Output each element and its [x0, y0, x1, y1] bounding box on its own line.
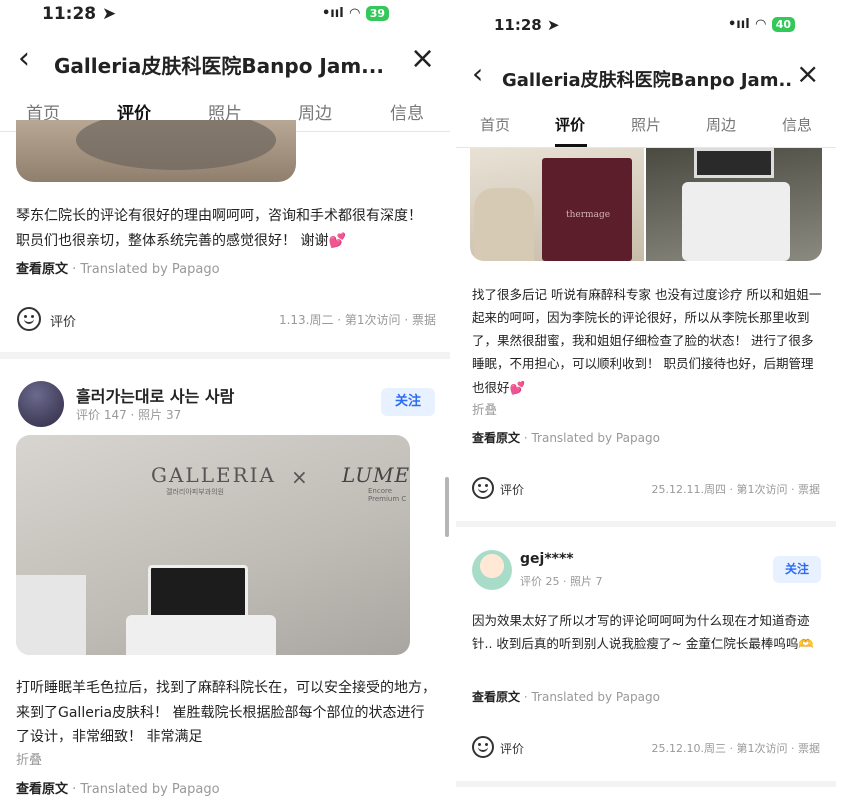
smile-icon[interactable]: [17, 307, 41, 331]
review-photo[interactable]: [16, 120, 296, 182]
eval-button[interactable]: 评价: [50, 311, 76, 330]
follow-button[interactable]: 关注: [773, 556, 821, 583]
tab-home[interactable]: 首页: [480, 114, 510, 135]
tab-bar: 首页 评价 照片 周边 信息: [456, 104, 836, 148]
wifi-icon: ◠: [349, 6, 360, 21]
view-original-link[interactable]: 查看原文: [16, 782, 68, 797]
photo-thermage-book: thermage: [542, 158, 632, 261]
battery-icon: 40: [771, 17, 795, 32]
translated-by: · Translated by Papago: [523, 690, 660, 704]
translated-by: · Translated by Papago: [523, 431, 660, 445]
avatar[interactable]: [18, 381, 64, 427]
page-title: Galleria皮肤科医院Banpo Jam...: [54, 54, 384, 78]
follow-button[interactable]: 关注: [381, 388, 435, 416]
visit-date: 25.12.10.周三 · 第1次访问 · 票据: [651, 742, 820, 755]
photo-device-body: [126, 615, 276, 655]
signal-icon: •ııl: [322, 6, 344, 21]
title-bar: ‹ Galleria皮肤科医院Banpo Jam... ×: [456, 58, 836, 98]
reviewer-name[interactable]: 흘러가는대로 사는 사람: [76, 383, 234, 407]
title-bar: ‹ Galleria皮肤科医院Banpo Jam... ×: [0, 40, 450, 84]
photo-brand-lumen: LUMEN: [342, 463, 410, 487]
view-original-link[interactable]: 查看原文: [472, 690, 520, 704]
reviewer-name[interactable]: gej****: [520, 551, 574, 567]
photo-thermage-label: thermage: [566, 210, 611, 220]
fold-link[interactable]: 折叠: [472, 399, 497, 418]
photo-x: ×: [291, 465, 308, 489]
status-time: 11:28 ➤: [42, 4, 117, 24]
back-arrow-icon[interactable]: ‹: [472, 60, 483, 88]
view-original-link[interactable]: 查看原文: [16, 262, 68, 277]
scrollbar-thumb[interactable]: [445, 477, 449, 537]
photo-brand-galleria: GALLERIA: [151, 463, 276, 487]
section-divider: [0, 352, 450, 359]
section-divider: [456, 521, 836, 527]
translation-info: 查看原文 · Translated by Papago: [472, 688, 660, 705]
translated-by: · Translated by Papago: [72, 262, 220, 277]
review-photo-large[interactable]: GALLERIA 갤러리아피부과의원 × LUMEN Encore Premiu…: [16, 435, 410, 655]
tab-nearby[interactable]: 周边: [298, 99, 332, 124]
photo-device-left: [16, 575, 86, 655]
battery-icon: 39: [365, 6, 389, 21]
reviewer-stats: 评价 147 · 照片 37: [76, 408, 182, 422]
avatar[interactable]: [472, 550, 512, 590]
review-text: 打听睡眠羊毛色拉后，找到了麻醉科院长在，可以安全接受的地方，来到了Galleri…: [16, 680, 436, 745]
status-bar: 11:28 ➤ •ııl ◠ 40: [456, 0, 836, 40]
photo-brand-galleria-sub: 갤러리아피부과의원: [166, 488, 224, 496]
reviewer-stats: 评价 25 · 照片 7: [520, 575, 603, 588]
review-text: 找了很多后记 听说有麻醉科专家 也没有过度诊疗 所以和姐姐一起来的呵呵，因为李院…: [472, 287, 822, 395]
photo-device-screen: [694, 148, 774, 178]
tab-active-indicator: [555, 144, 587, 147]
status-time-text: 11:28: [42, 4, 97, 24]
status-bar: 11:28 ➤ •ııl ◠ 39: [0, 0, 450, 30]
fold-link[interactable]: 折叠: [16, 749, 42, 768]
close-icon[interactable]: ×: [410, 44, 435, 74]
right-screen: 11:28 ➤ •ııl ◠ 40 ‹ Galleria皮肤科医院Banpo J…: [456, 0, 836, 801]
smile-icon[interactable]: [472, 736, 494, 758]
page-title: Galleria皮肤科医院Banpo Jam...: [502, 70, 792, 91]
review-text: 因为效果太好了所以才写的评论呵呵呵为什么现在才知道奇迹针.. 收到后真的听到别人…: [472, 613, 814, 652]
translated-by: · Translated by Papago: [72, 782, 220, 797]
eval-button[interactable]: 评价: [500, 740, 524, 757]
translation-info: 查看原文 · Translated by Papago: [16, 778, 220, 797]
status-time-text: 11:28: [494, 16, 542, 34]
translation-info: 查看原文 · Translated by Papago: [472, 429, 660, 446]
status-time: 11:28 ➤: [494, 16, 560, 34]
close-icon[interactable]: ×: [796, 60, 819, 88]
review-photo[interactable]: [646, 148, 822, 261]
tab-info[interactable]: 信息: [390, 99, 424, 124]
photo-rug-shape: [76, 120, 276, 170]
wifi-icon: ◠: [755, 17, 766, 32]
section-divider: [456, 781, 836, 787]
tab-nearby[interactable]: 周边: [706, 114, 736, 135]
visit-date: 1.13.周二 · 第1次访问 · 票据: [278, 313, 436, 327]
eval-button[interactable]: 评价: [500, 481, 524, 498]
review-photo[interactable]: thermage: [470, 148, 644, 261]
tab-photos[interactable]: 照片: [631, 114, 661, 135]
left-screen: 11:28 ➤ •ııl ◠ 39 ‹ Galleria皮肤科医院Banpo J…: [0, 0, 450, 801]
status-icons: •ııl ◠ 39: [322, 6, 389, 21]
photo-device-screen: [148, 565, 248, 619]
visit-date: 25.12.11.周四 · 第1次访问 · 票据: [651, 483, 820, 496]
tab-info[interactable]: 信息: [782, 114, 812, 135]
photo-chair: [474, 188, 534, 261]
tab-reviews[interactable]: 评价: [555, 114, 585, 135]
smile-icon[interactable]: [472, 477, 494, 499]
translation-info: 查看原文 · Translated by Papago: [16, 258, 220, 277]
photo-brand-lumen-sub: Encore Premium C: [368, 487, 407, 503]
review-text: 琴东仁院长的评论有很好的理由啊呵呵，咨询和手术都很有深度！ 职员们也很亲切，整体…: [16, 208, 422, 249]
photo-device-body: [682, 182, 790, 261]
status-icons: •ııl ◠ 40: [728, 17, 795, 32]
signal-icon: •ııl: [728, 17, 750, 32]
view-original-link[interactable]: 查看原文: [472, 431, 520, 445]
back-arrow-icon[interactable]: ‹: [18, 44, 30, 74]
